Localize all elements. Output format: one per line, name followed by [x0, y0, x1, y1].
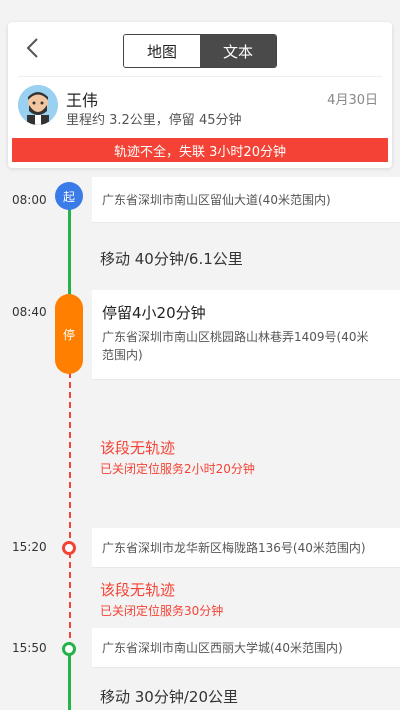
- move-segment: 移动 30分钟/20公里: [100, 688, 238, 706]
- user-name: 王伟: [66, 91, 99, 110]
- avatar: [18, 85, 58, 125]
- tab-text[interactable]: 文本: [200, 35, 276, 67]
- location-point-marker: [62, 642, 76, 656]
- view-toggle: 地图 文本: [123, 34, 277, 68]
- time-label: 15:50: [12, 641, 47, 655]
- tab-map[interactable]: 地图: [124, 35, 200, 67]
- timeline-entry-point[interactable]: 广东省深圳市龙华新区梅陇路136号(40米范围内): [92, 528, 400, 568]
- track-line-missing: [68, 372, 71, 648]
- user-summary: 王伟 4月30日 里程约 3.2公里，停留 45分钟: [8, 77, 392, 137]
- location-address: 广东省深圳市南山区留仙大道(40米范围内): [102, 193, 331, 207]
- no-track-detail: 已关闭定位服务2小时20分钟: [100, 462, 255, 476]
- time-label: 08:40: [12, 305, 47, 319]
- stop-duration: 停留4小20分钟: [102, 304, 206, 322]
- no-track-detail: 已关闭定位服务30分钟: [100, 604, 224, 618]
- timeline-entry-stop[interactable]: 停留4小20分钟 广东省深圳市南山区桃园路山林巷弄1409号(40米 范围内): [92, 290, 400, 380]
- top-bar: 地图 文本: [8, 22, 392, 76]
- track-date: 4月30日: [327, 93, 378, 108]
- stop-badge: 停: [55, 294, 83, 374]
- track-summary: 里程约 3.2公里，停留 45分钟: [66, 113, 242, 128]
- back-chevron-icon[interactable]: [22, 36, 46, 60]
- no-track-title: 该段无轨迹: [100, 581, 176, 599]
- time-label: 15:20: [12, 540, 47, 554]
- track-line-green: [68, 196, 71, 306]
- location-address: 广东省深圳市龙华新区梅陇路136号(40米范围内): [102, 541, 366, 555]
- move-segment: 移动 40分钟/6.1公里: [100, 250, 243, 268]
- location-address: 范围内): [102, 348, 143, 362]
- no-track-title: 该段无轨迹: [100, 439, 176, 457]
- location-address: 广东省深圳市南山区桃园路山林巷弄1409号(40米: [102, 330, 369, 344]
- location-address: 广东省深圳市南山区西丽大学城(40米范围内): [102, 641, 343, 655]
- track-warning-banner: 轨迹不全，失联 3小时20分钟: [12, 138, 388, 162]
- time-label: 08:00: [12, 193, 47, 207]
- timeline-entry-start[interactable]: 广东省深圳市南山区留仙大道(40米范围内): [92, 177, 400, 223]
- track-line-green: [68, 648, 71, 710]
- lost-point-marker: [62, 541, 76, 555]
- header-card: 地图 文本 王伟 4月30日 里程约 3.2公里，停留 45分钟 轨迹不全，失联…: [8, 22, 392, 168]
- timeline-entry-point[interactable]: 广东省深圳市南山区西丽大学城(40米范围内): [92, 628, 400, 668]
- start-badge: 起: [55, 182, 83, 210]
